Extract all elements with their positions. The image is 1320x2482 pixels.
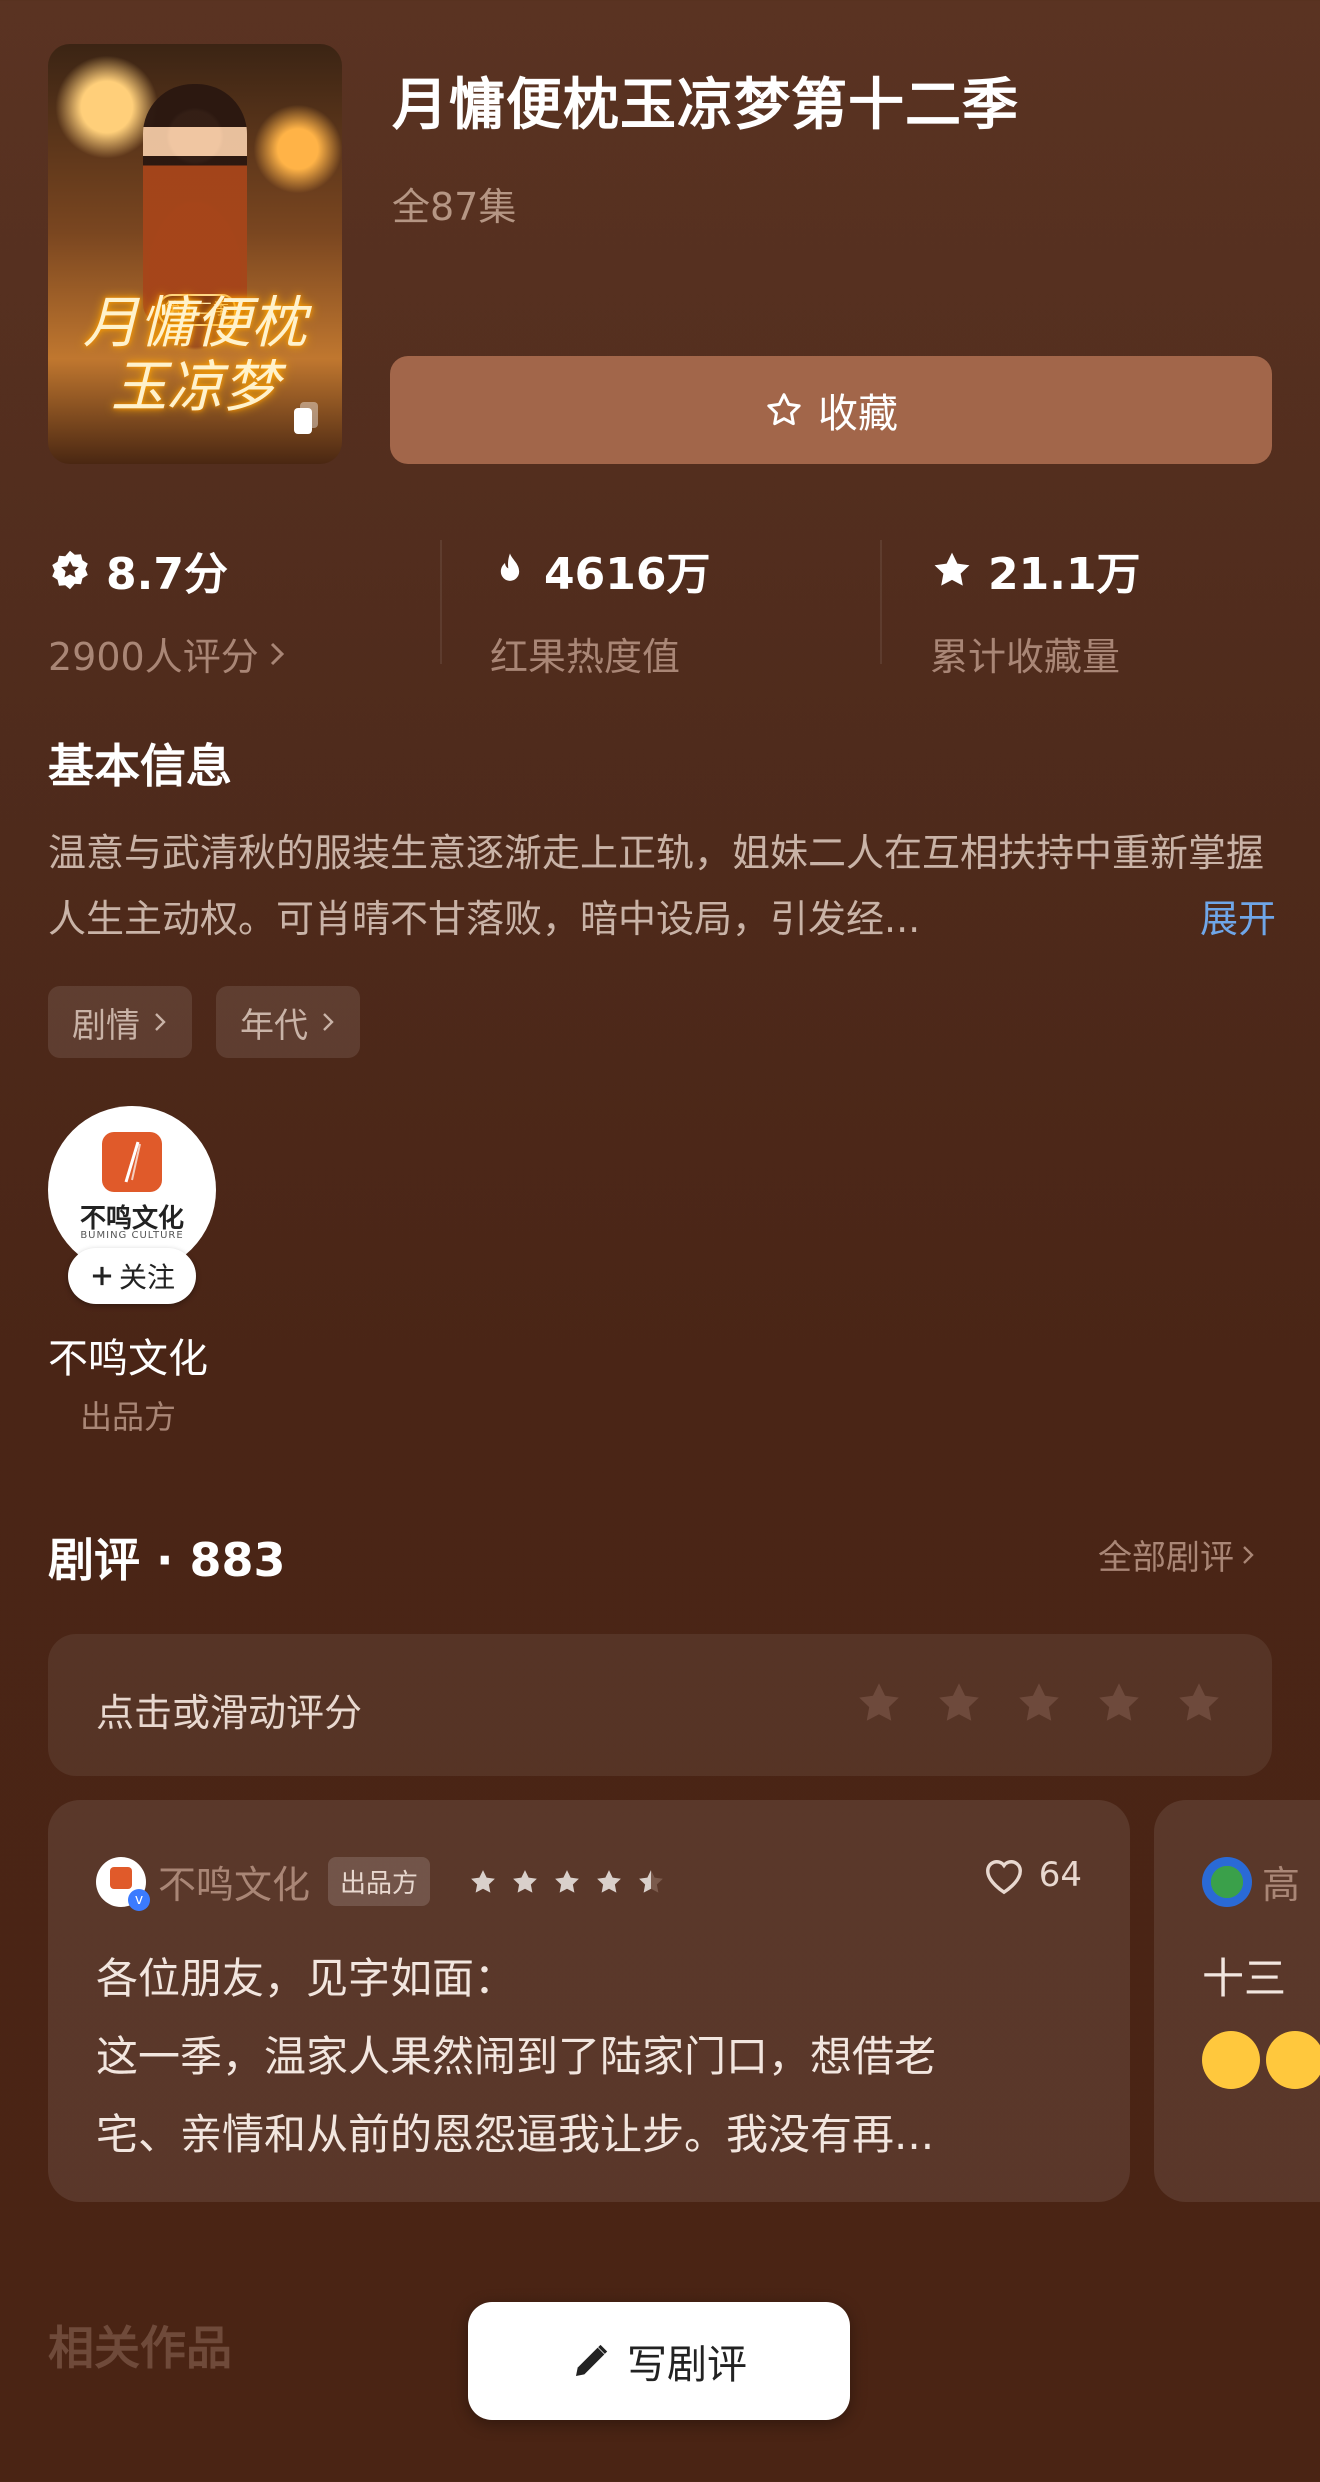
tag-label: 年代 xyxy=(240,1005,308,1046)
heat-label: 红果热度值 xyxy=(490,635,681,679)
synopsis: 温意与武清秋的服装生意逐渐走上正轨，姐妹二人在互相扶持中重新掌握人生主动权。可肖… xyxy=(48,820,1276,952)
rate-star-icon[interactable] xyxy=(1174,1678,1224,1728)
review-text: 各位朋友，见字如面： 这一季，温家人果然闹到了陆家门口，想借老 宅、亲情和从前的… xyxy=(96,1940,1096,2174)
related-works-title: 相关作品 xyxy=(48,2321,232,2375)
synopsis-text: 温意与武清秋的服装生意逐渐走上正轨，姐妹二人在互相扶持中重新掌握人生主动权。可肖… xyxy=(48,831,1265,941)
star-icon xyxy=(471,1869,495,1893)
rate-stars[interactable] xyxy=(854,1678,1224,1728)
star-icon xyxy=(597,1869,621,1893)
rate-prompt: 点击或滑动评分 xyxy=(96,1691,363,1735)
chevron-right-icon xyxy=(270,642,284,665)
reviewer-logo-icon xyxy=(110,1866,132,1889)
write-review-label: 写剧评 xyxy=(627,2342,747,2388)
heart-icon xyxy=(985,1860,1022,1895)
producer-name[interactable]: 不鸣文化 xyxy=(48,1326,208,1384)
copy-icon xyxy=(294,402,318,434)
rate-star-icon[interactable] xyxy=(1014,1678,1064,1728)
reviewer-avatar[interactable] xyxy=(1202,1856,1252,1907)
flame-icon xyxy=(500,553,520,581)
stat-divider xyxy=(440,540,442,664)
reviews-title: 剧评 · 883 xyxy=(48,1533,286,1587)
reviewer-badge: 出品方 xyxy=(328,1857,431,1906)
pencil-icon xyxy=(576,2344,608,2376)
review-line: 十三 xyxy=(1202,1954,1287,2003)
like-button[interactable]: 64 xyxy=(981,1854,1082,1896)
chevron-right-icon xyxy=(1243,1545,1254,1564)
reviewer-avatar[interactable]: v xyxy=(96,1856,150,1911)
heat-stat: 4616万 红果热度值 xyxy=(490,538,710,681)
all-reviews-link[interactable]: 全部剧评 xyxy=(1098,1530,1256,1579)
producer-logo-subtext: BUMING CULTURE xyxy=(80,1230,184,1241)
emoji-row xyxy=(1202,2018,1320,2096)
review-line: 宅、亲情和从前的恩怨逼我让步。我没有再... xyxy=(96,2110,935,2159)
collect-label: 收藏 xyxy=(818,391,898,437)
review-text: 十三 xyxy=(1202,1940,1320,2096)
review-card[interactable]: v 不鸣文化 出品方 64 各位朋友，见字如面： 这一季，温家人果然闹到了陆家门… xyxy=(48,1800,1130,2202)
reviewer-name[interactable]: 不鸣文化 xyxy=(158,1854,310,1909)
review-stars xyxy=(468,1867,666,1897)
rate-panel[interactable]: 点击或滑动评分 xyxy=(48,1634,1272,1776)
follow-button[interactable]: 关注 xyxy=(68,1248,196,1304)
rating-value: 8.7分 xyxy=(106,549,228,600)
rating-stat[interactable]: 8.7分 2900人评分 xyxy=(48,538,287,681)
reviewer-name[interactable]: 高 xyxy=(1262,1854,1300,1909)
plus-icon xyxy=(92,1266,112,1286)
review-line: 这一季，温家人果然闹到了陆家门口，想借老 xyxy=(96,2032,937,2081)
rate-star-icon[interactable] xyxy=(854,1678,904,1728)
star-icon xyxy=(934,552,970,586)
rating-badge-icon xyxy=(52,550,88,590)
poster-figure xyxy=(143,84,247,324)
review-card[interactable]: 高 十三 xyxy=(1154,1800,1320,2202)
basic-info-title: 基本信息 xyxy=(48,739,232,793)
collect-button[interactable]: 收藏 xyxy=(390,356,1272,464)
review-header: v 不鸣文化 出品方 xyxy=(96,1854,666,1911)
episode-count: 全87集 xyxy=(392,185,517,229)
chevron-right-icon xyxy=(155,1013,166,1031)
star-outline-icon xyxy=(767,393,801,426)
heat-value: 4616万 xyxy=(544,549,711,600)
review-header: 高 xyxy=(1202,1854,1300,1909)
producer-logo-icon xyxy=(102,1132,162,1192)
expand-link[interactable]: 展开 xyxy=(1200,886,1276,952)
all-reviews-label: 全部剧评 xyxy=(1098,1538,1234,1578)
chevron-right-icon xyxy=(323,1013,334,1031)
rate-star-icon[interactable] xyxy=(1094,1678,1144,1728)
review-line: 各位朋友，见字如面： xyxy=(96,1954,517,2003)
half-star-icon xyxy=(639,1869,663,1893)
like-count: 64 xyxy=(1038,1855,1082,1895)
follow-label: 关注 xyxy=(118,1261,175,1294)
crying-emoji-icon xyxy=(1266,2030,1320,2089)
rating-count-label: 2900人评分 xyxy=(48,635,259,679)
tag-drama[interactable]: 剧情 xyxy=(48,986,192,1058)
collect-stat: 21.1万 累计收藏量 xyxy=(930,538,1141,681)
verified-icon: v xyxy=(128,1888,150,1911)
stat-divider xyxy=(880,540,882,664)
tag-label: 剧情 xyxy=(72,1005,140,1046)
drama-poster[interactable]: 第十二季 月慵便枕 玉凉梦 xyxy=(48,44,342,464)
poster-title-line1: 月慵便枕 xyxy=(83,291,307,356)
write-review-button[interactable]: 写剧评 xyxy=(468,2302,850,2420)
star-icon xyxy=(513,1869,537,1893)
collect-count-value: 21.1万 xyxy=(988,549,1141,600)
crying-emoji-icon xyxy=(1202,2030,1260,2089)
star-icon xyxy=(555,1869,579,1893)
rate-star-icon[interactable] xyxy=(934,1678,984,1728)
producer-role: 出品方 xyxy=(80,1398,177,1436)
tag-period[interactable]: 年代 xyxy=(216,986,360,1058)
drama-title: 月慵便枕玉凉梦第十二季 xyxy=(392,73,1019,138)
collect-count-label: 累计收藏量 xyxy=(930,635,1121,679)
